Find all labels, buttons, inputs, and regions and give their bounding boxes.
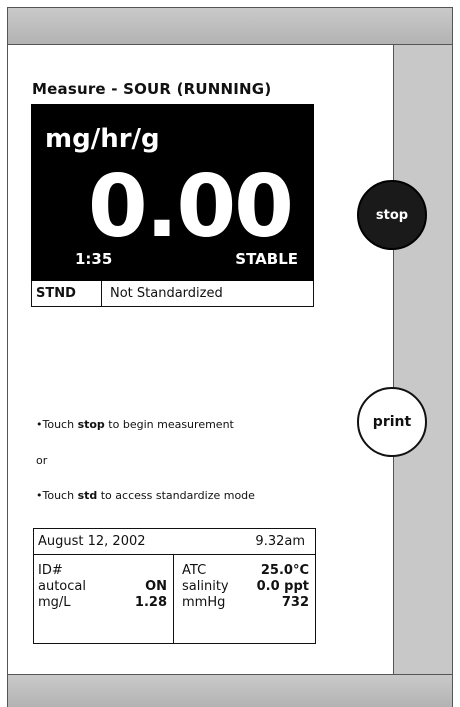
stability-status: STABLE bbox=[235, 250, 298, 268]
reading-display: mg/hr/g 0.00 1:35 STABLE bbox=[31, 104, 314, 281]
top-bar bbox=[7, 7, 453, 45]
time-text: 9.32am bbox=[255, 534, 305, 549]
print-button[interactable]: print bbox=[357, 387, 427, 457]
unit-label: mg/hr/g bbox=[45, 124, 160, 154]
side-strip bbox=[393, 45, 453, 674]
salinity-label: salinity bbox=[182, 579, 229, 594]
date-text: August 12, 2002 bbox=[38, 534, 146, 549]
mmhg-value: 732 bbox=[281, 595, 309, 610]
info-box: August 12, 2002 9.32am ID# autocal ON mg/… bbox=[33, 528, 316, 644]
elapsed-time: 1:35 bbox=[75, 250, 113, 268]
standardization-row: STND Not Standardized bbox=[31, 281, 314, 307]
instruction-or: or bbox=[36, 454, 48, 467]
info-right-column: ATC 25.0°C salinity 0.0 ppt mmHg 732 bbox=[174, 555, 315, 644]
autocal-value: ON bbox=[145, 579, 167, 594]
std-code: STND bbox=[32, 281, 102, 306]
date-row: August 12, 2002 9.32am bbox=[34, 529, 315, 555]
salinity-value: 0.0 ppt bbox=[256, 579, 309, 594]
mmhg-label: mmHg bbox=[182, 595, 226, 610]
bottom-bar bbox=[7, 674, 453, 707]
id-label: ID# bbox=[38, 563, 63, 578]
autocal-label: autocal bbox=[38, 579, 86, 594]
mgl-label: mg/L bbox=[38, 595, 71, 610]
info-left-column: ID# autocal ON mg/L 1.28 bbox=[34, 555, 174, 644]
std-status: Not Standardized bbox=[110, 286, 223, 301]
mgl-value: 1.28 bbox=[134, 595, 167, 610]
atc-label: ATC bbox=[182, 563, 207, 578]
instruction-stop: •Touch stop to begin measurement bbox=[36, 418, 234, 431]
reading-value: 0.00 bbox=[87, 157, 294, 257]
page-title: Measure - SOUR (RUNNING) bbox=[32, 80, 272, 98]
atc-value: 25.0°C bbox=[260, 563, 309, 578]
instruction-std: •Touch std to access standardize mode bbox=[36, 489, 255, 502]
stop-button[interactable]: stop bbox=[357, 180, 427, 250]
